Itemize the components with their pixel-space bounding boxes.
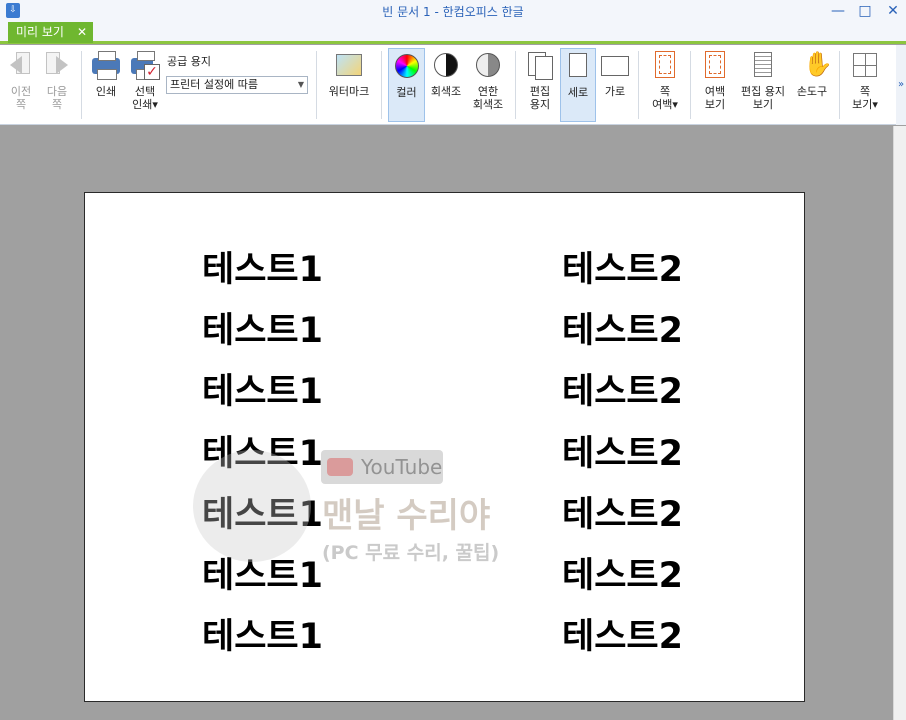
text-cell: 테스트2 [562, 372, 683, 412]
portrait-icon [563, 51, 593, 81]
watermark-button[interactable]: 워터마크 [322, 48, 376, 122]
tab-preview[interactable]: 미리 보기 ✕ [8, 22, 93, 43]
text-cell: 테스트2 [562, 495, 683, 535]
close-tab-icon[interactable]: ✕ [77, 22, 87, 43]
text-cell: 테스트1 [202, 556, 323, 596]
hand-tool-button[interactable]: ✋ 손도구 [792, 48, 833, 122]
window-title: 빈 문서 1 - 한컴오피스 한글 [382, 5, 524, 19]
paper-source-label: 공급 용지 [167, 55, 211, 68]
ribbon-overflow-icon[interactable]: » [896, 45, 906, 125]
chevron-down-icon: ▼ [297, 80, 304, 89]
page-view-icon [850, 50, 880, 80]
next-page-button[interactable]: 다음 쪽 [40, 48, 74, 122]
text-cell: 테스트1 [202, 617, 323, 657]
text-cell: 테스트2 [562, 311, 683, 351]
page-margin-icon [650, 50, 680, 80]
ribbon-separator [515, 51, 516, 119]
maximize-button[interactable]: □ [853, 1, 877, 21]
margin-view-icon [700, 50, 730, 80]
document-page: 테스트1 테스트1 테스트1 테스트1 테스트1 테스트1 테스트1 테스트2 … [84, 192, 805, 702]
edit-paper-view-icon [748, 50, 778, 80]
select-print-button[interactable]: ✓ 선택 인쇄▾ [126, 48, 164, 122]
tab-preview-label: 미리 보기 [16, 25, 64, 39]
select-print-icon: ✓ [130, 50, 160, 80]
paper-source-select[interactable]: 프린터 설정에 따름 ▼ [166, 76, 308, 94]
page-margin-button[interactable]: 쪽 여백▾ [645, 48, 685, 122]
youtube-watermark: YouTube [321, 450, 443, 484]
text-cell: 테스트2 [562, 250, 683, 290]
page-view-button[interactable]: 쪽 보기▾ [845, 48, 885, 122]
grayscale-icon [431, 50, 461, 80]
next-page-icon [42, 50, 72, 80]
portrait-button[interactable]: 세로 [560, 48, 596, 122]
grayscale-button[interactable]: 회색조 [427, 48, 465, 122]
paper-icon [525, 50, 555, 80]
light-grayscale-icon [473, 50, 503, 80]
channel-watermark: 맨날 수리야 [322, 496, 491, 536]
hand-icon: ✋ [803, 50, 833, 78]
text-cell: 테스트1 [202, 372, 323, 412]
text-cell: 테스트2 [562, 556, 683, 596]
text-cell: 테스트2 [562, 434, 683, 474]
text-cell: 테스트1 [202, 250, 323, 290]
edit-paper-view-button[interactable]: 편집 용지 보기 [736, 48, 790, 122]
close-window-button[interactable]: ✕ [881, 1, 905, 21]
print-button[interactable]: 인쇄 [88, 48, 124, 122]
landscape-button[interactable]: 가로 [598, 48, 632, 122]
ribbon-separator [839, 51, 840, 119]
color-wheel-icon [392, 51, 422, 81]
tab-strip: 미리 보기 ✕ [0, 22, 906, 44]
landscape-icon [600, 50, 630, 80]
watermark-logo [193, 450, 311, 562]
prev-page-icon [6, 50, 36, 80]
printer-icon [91, 50, 121, 80]
ribbon-separator [81, 51, 82, 119]
light-grayscale-button[interactable]: 연한 회색조 [469, 48, 507, 122]
text-cell: 테스트1 [202, 311, 323, 351]
preview-ribbon: 이전 쪽 다음 쪽 인쇄 ✓ 선택 인쇄▾ 공급 용지 프린터 설정에 따름 ▼… [0, 45, 906, 125]
channel-subtitle-watermark: (PC 무료 수리, 꿀팁) [322, 542, 500, 564]
margin-view-button[interactable]: 여백 보기 [696, 48, 734, 122]
ribbon-separator [638, 51, 639, 119]
ribbon-separator [690, 51, 691, 119]
minimize-button[interactable]: — [826, 1, 850, 21]
text-cell: 테스트2 [562, 617, 683, 657]
ribbon-separator [381, 51, 382, 119]
vertical-scrollbar[interactable] [893, 126, 906, 720]
prev-page-button[interactable]: 이전 쪽 [4, 48, 38, 122]
watermark-icon [334, 50, 364, 80]
edit-paper-button[interactable]: 편집 용지 [521, 48, 559, 122]
color-button[interactable]: 컬러 [388, 48, 425, 122]
title-bar: ⇩ 빈 문서 1 - 한컴오피스 한글 — □ ✕ [0, 0, 906, 22]
ribbon-separator [316, 51, 317, 119]
